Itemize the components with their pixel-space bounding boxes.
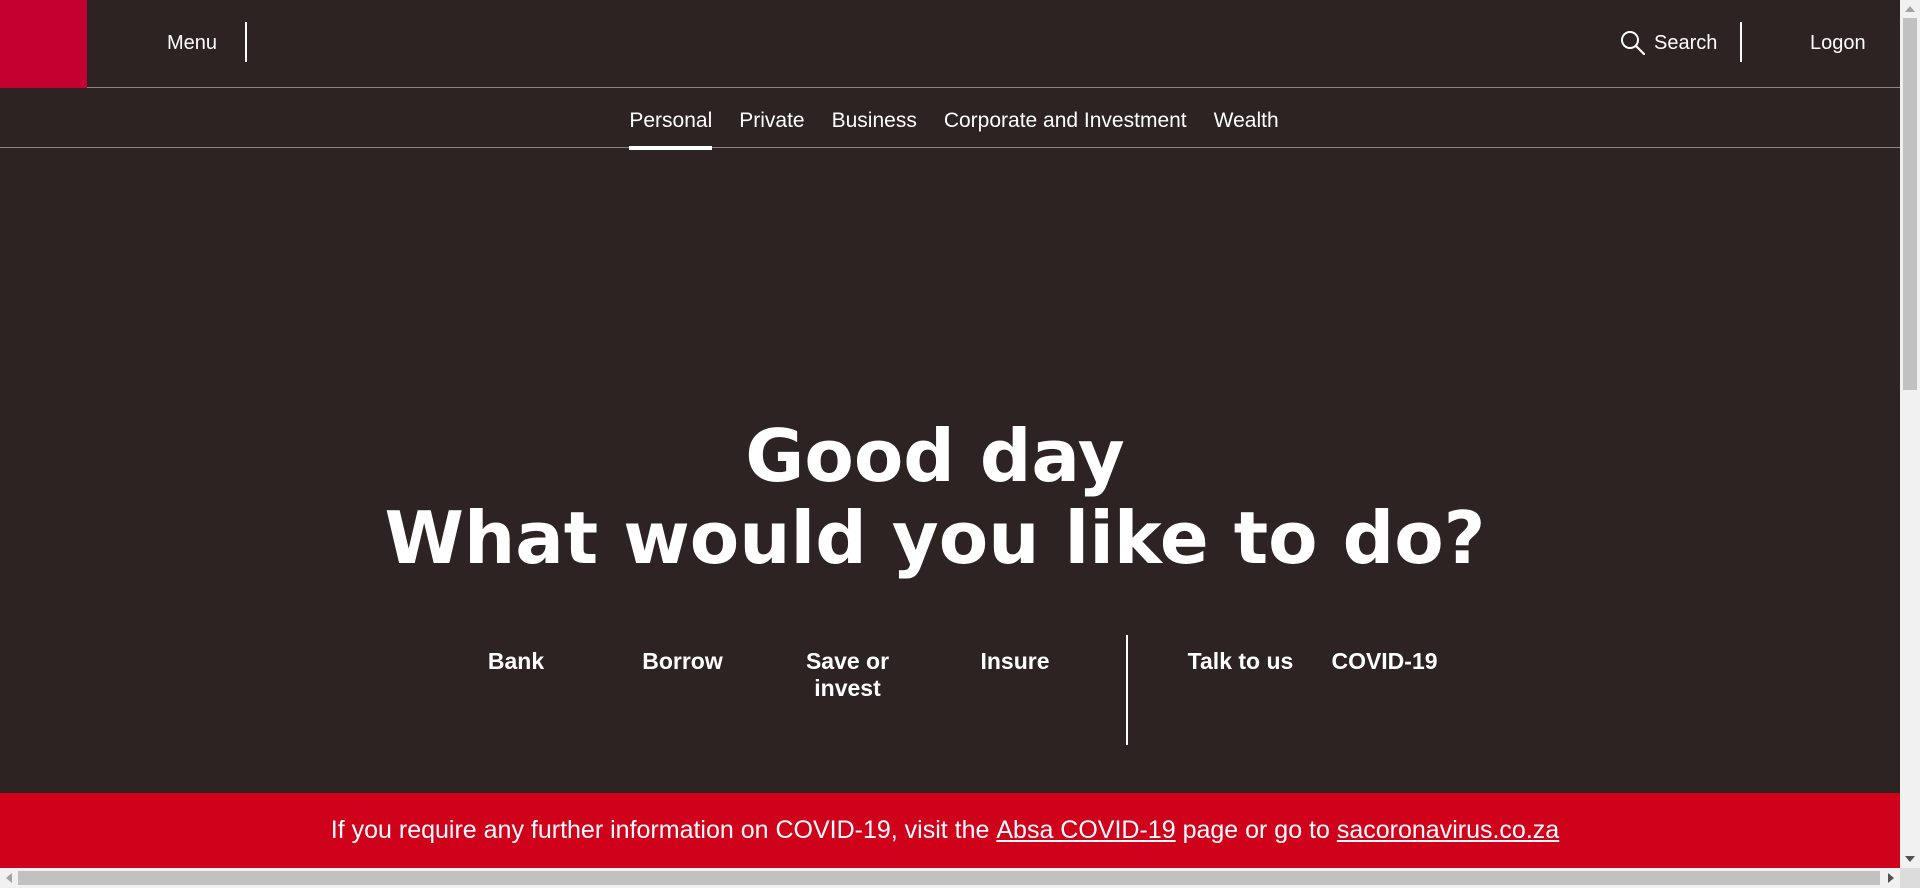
hero-question: What would you like to do? [384,496,1486,580]
tab-business[interactable]: Business [832,89,917,147]
scrollbar-corner [1900,868,1920,888]
action-save-line2: invest [814,675,881,701]
vertical-scroll-thumb[interactable] [1903,18,1917,390]
search-icon [1620,30,1646,56]
tab-corporate-and-investment[interactable]: Corporate and Investment [944,89,1187,147]
action-covid-19[interactable]: COVID-19 [1322,648,1447,675]
horizontal-scrollbar[interactable] [0,868,1900,888]
scroll-right-icon[interactable] [1888,873,1894,883]
banner-text-middle: page or go to [1175,816,1337,844]
brand-logo[interactable] [0,0,87,88]
hero-heading: Good day What would you like to do? [0,415,1870,579]
scroll-left-icon[interactable] [6,873,12,883]
scroll-down-icon[interactable] [1905,856,1915,862]
page: Menu Search Logon Personal Private Busin… [0,0,1900,868]
action-save-or-invest[interactable]: Save or invest [790,648,905,702]
menu-button[interactable]: Menu [167,29,217,57]
covid-banner: If you require any further information o… [0,793,1900,868]
banner-text-before: If you require any further information o… [330,816,997,844]
search-divider [1740,22,1742,62]
segment-nav: Personal Private Business Corporate and … [0,89,1900,150]
vertical-scrollbar[interactable] [1900,0,1920,868]
top-bar: Menu Search Logon [0,0,1900,88]
action-save-line1: Save or [805,648,890,674]
horizontal-scroll-thumb[interactable] [18,871,1880,885]
menu-divider [245,22,247,62]
actions-divider [1126,635,1128,745]
quick-actions: Bank Borrow Save or invest Insure Talk t… [0,635,1900,748]
tab-private[interactable]: Private [739,89,804,147]
sacoronavirus-link[interactable]: sacoronavirus.co.za [1337,816,1559,845]
action-talk-to-us[interactable]: Talk to us [1178,648,1303,675]
tab-wealth[interactable]: Wealth [1214,89,1279,147]
absa-covid-link[interactable]: Absa COVID-19 [996,816,1175,845]
action-borrow[interactable]: Borrow [630,648,735,675]
search-button[interactable]: Search [1620,29,1717,57]
hero-greeting: Good day [745,414,1125,498]
action-bank[interactable]: Bank [476,648,556,675]
scroll-up-icon[interactable] [1905,6,1915,12]
action-insure[interactable]: Insure [965,648,1065,675]
search-label: Search [1654,32,1718,54]
tab-personal[interactable]: Personal [629,89,712,150]
logon-button[interactable]: Logon [1810,29,1866,57]
